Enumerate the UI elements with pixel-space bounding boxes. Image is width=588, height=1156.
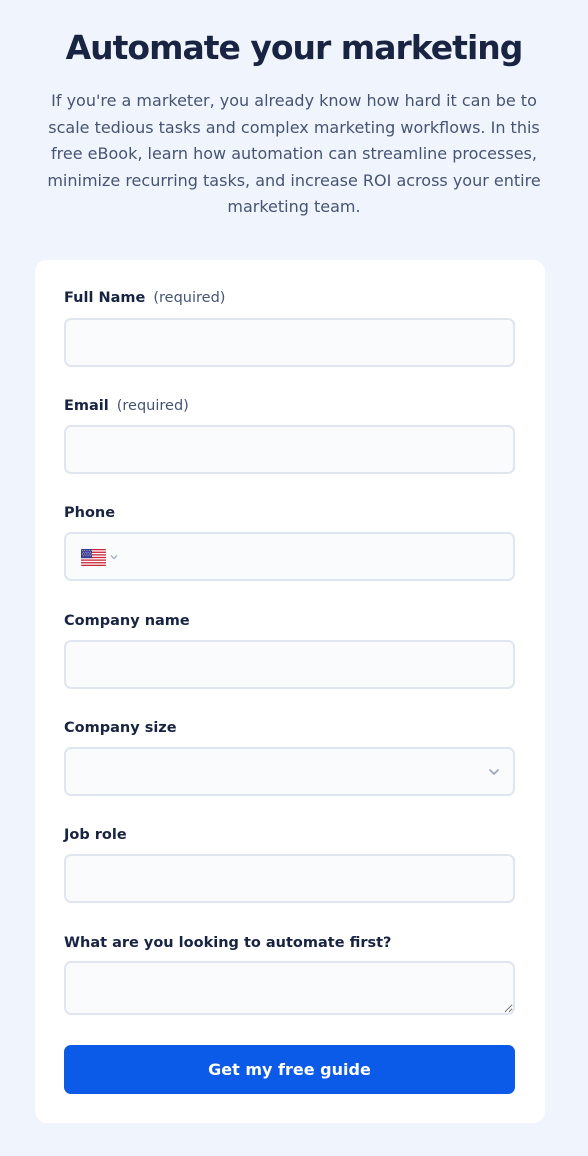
- automate-first-label: What are you looking to automate first?: [64, 935, 392, 951]
- job-role-label: Job role: [64, 827, 127, 843]
- full-name-label: Full Name (required): [64, 288, 225, 308]
- us-flag-icon: [81, 548, 106, 566]
- page-description: If you're a marketer, you already know h…: [47, 91, 541, 216]
- phone-label: Phone: [64, 505, 116, 521]
- email-label-text: Email: [64, 398, 109, 414]
- automate-first-textarea[interactable]: [64, 961, 515, 1015]
- company-name-input[interactable]: [64, 640, 515, 689]
- required-note: (required): [153, 290, 226, 306]
- required-note: (required): [116, 398, 189, 414]
- get-free-guide-button[interactable]: Get my free guide: [64, 1045, 515, 1094]
- company-size-select[interactable]: [64, 747, 515, 796]
- page-title: Automate your marketing: [65, 28, 524, 67]
- email-label: Email (required): [64, 396, 189, 416]
- job-role-input[interactable]: [64, 854, 515, 903]
- company-size-label: Company size: [64, 720, 177, 736]
- phone-input[interactable]: [126, 534, 511, 579]
- chevron-down-icon: [110, 555, 118, 560]
- full-name-label-text: Full Name: [64, 290, 146, 306]
- email-input[interactable]: [64, 425, 515, 474]
- ebook-form-card: Full Name (required) Email (required) Phon…: [35, 260, 545, 1123]
- phone-field: [64, 532, 515, 581]
- chevron-down-icon: [489, 769, 499, 775]
- full-name-input[interactable]: [64, 318, 515, 367]
- company-name-label: Company name: [64, 613, 190, 629]
- country-code-select[interactable]: [81, 547, 123, 567]
